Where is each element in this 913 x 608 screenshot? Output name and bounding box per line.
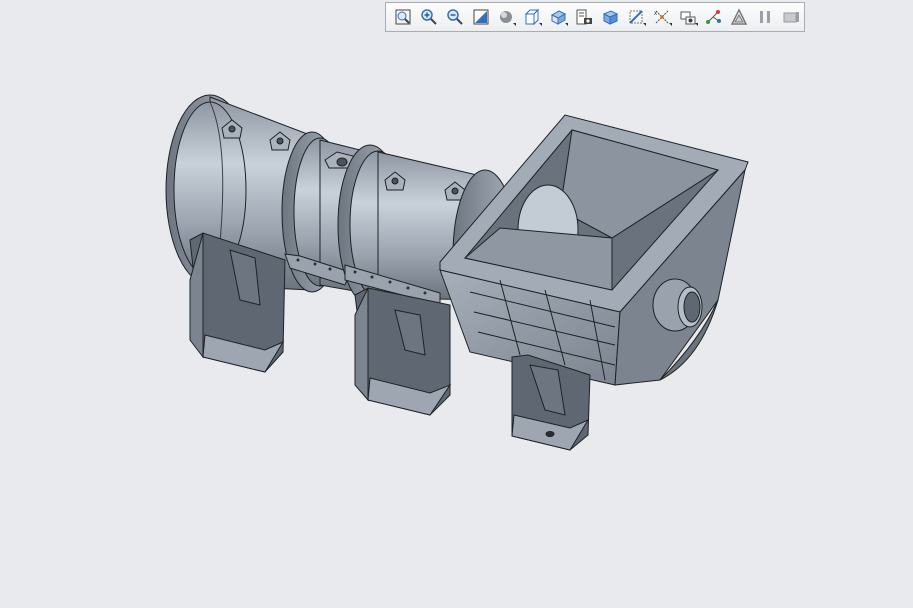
appearance-button[interactable]: [675, 4, 701, 30]
spin-center-icon: [783, 12, 800, 23]
model-render[interactable]: [0, 34, 913, 608]
snapshot-icon: [576, 9, 593, 25]
hidden-line-icon: [602, 10, 619, 25]
zoom-to-fit-button[interactable]: [390, 4, 416, 30]
pause-icon: [760, 11, 771, 23]
show-relations-button[interactable]: [701, 4, 727, 30]
datum-display-button[interactable]: x: [649, 4, 675, 30]
zoom-in-button[interactable]: [416, 4, 442, 30]
flyout-arrow-icon: [539, 23, 543, 26]
hidden-line-button[interactable]: [597, 4, 623, 30]
zoom-in-icon: [421, 9, 437, 25]
flyout-arrow-icon: [668, 23, 672, 26]
view-orientation-button[interactable]: [545, 4, 571, 30]
section-view-button[interactable]: [623, 4, 649, 30]
middle-support: [354, 287, 452, 416]
snapshot-button[interactable]: [571, 4, 597, 30]
view-toolbar: x: [385, 2, 805, 32]
svg-text:x: x: [654, 11, 657, 17]
flyout-arrow-icon: [642, 23, 646, 26]
flyout-arrow-icon: [694, 23, 698, 26]
zoom-out-icon: [446, 9, 463, 25]
zoom-out-button[interactable]: [442, 4, 468, 30]
flyout-arrow-icon: [513, 23, 517, 26]
standard-view-button[interactable]: [519, 4, 545, 30]
perspective-icon: [731, 8, 748, 25]
display-style-button[interactable]: [494, 4, 520, 30]
zoom-window-button[interactable]: [468, 4, 494, 30]
pause-button[interactable]: [752, 4, 778, 30]
zoom-window-icon: [473, 9, 489, 25]
graphics-viewport[interactable]: [0, 34, 913, 608]
hopper-box: [439, 114, 749, 386]
show-relations-icon: [706, 10, 722, 24]
zoom-to-fit-icon: [395, 9, 411, 25]
flyout-arrow-icon: [565, 23, 569, 26]
perspective-button[interactable]: [726, 4, 752, 30]
spin-center-button[interactable]: [778, 4, 804, 30]
